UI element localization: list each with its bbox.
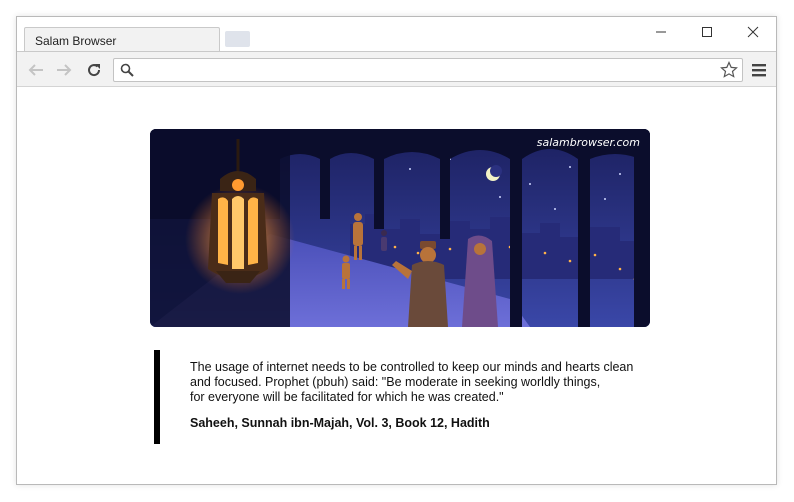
address-input[interactable] [140, 61, 714, 81]
back-arrow-icon [28, 64, 43, 76]
tab-active[interactable]: Salam Browser [24, 27, 220, 52]
banner-watermark: salambrowser.com [537, 136, 640, 149]
address-bar[interactable] [113, 58, 743, 82]
quote-source: Saheeh, Sunnah ibn-Majah, Vol. 3, Book 1… [190, 416, 490, 430]
ramadan-banner-image: salambrowser.com [150, 129, 650, 327]
search-icon [120, 63, 134, 77]
minimize-button[interactable] [638, 21, 684, 43]
quote-text: The usage of internet needs to be contro… [190, 360, 660, 405]
page-content: salambrowser.com The usage of internet n… [17, 87, 776, 484]
quote-line: for everyone will be facilitated for whi… [190, 390, 504, 404]
close-button[interactable] [730, 21, 776, 43]
bookmark-star-icon[interactable] [720, 61, 738, 79]
quote-line: and focused. Prophet (pbuh) said: "Be mo… [190, 375, 601, 389]
maximize-icon [702, 27, 712, 37]
back-button[interactable] [25, 59, 47, 81]
close-icon [747, 26, 759, 38]
minimize-icon [656, 31, 666, 33]
menu-icon[interactable] [750, 61, 768, 79]
maximize-button[interactable] [684, 21, 730, 43]
quote-accent-bar [154, 350, 160, 444]
reload-button[interactable] [83, 59, 105, 81]
quote-line: The usage of internet needs to be contro… [190, 360, 634, 374]
new-tab-button[interactable] [225, 31, 250, 47]
ramadan-night-illustration: salambrowser.com [150, 129, 650, 327]
tab-title: Salam Browser [35, 34, 117, 48]
title-bar: Salam Browser [17, 17, 776, 52]
forward-button[interactable] [53, 59, 75, 81]
reload-icon [88, 64, 101, 77]
toolbar [17, 51, 776, 87]
browser-window: Salam Browser salambrowser.com The usage… [16, 16, 777, 485]
forward-arrow-icon [57, 64, 72, 76]
